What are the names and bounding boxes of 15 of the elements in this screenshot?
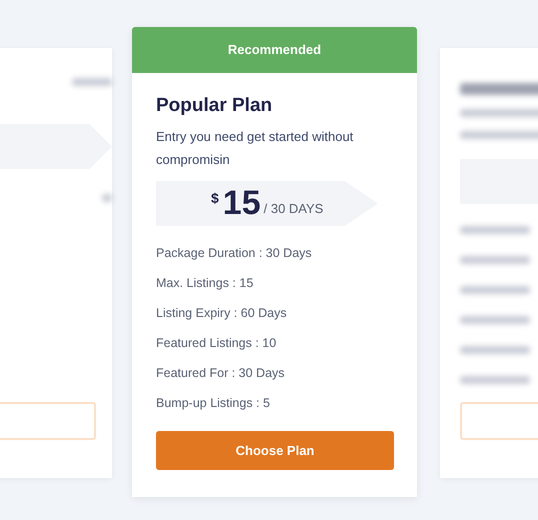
plan-description: Entry you need get started without compromisin bbox=[156, 128, 354, 169]
recommended-banner: Recommended bbox=[132, 27, 417, 73]
choose-plan-button[interactable]: Choose Plan bbox=[156, 431, 394, 470]
plan-title: Popular Plan bbox=[156, 95, 274, 117]
plan-feature: Featured Listings : 10 bbox=[156, 335, 278, 352]
plan-feature: Featured For : 30 Days bbox=[156, 365, 286, 382]
plan-feature: Bump-up Listings : 5 bbox=[156, 395, 271, 412]
currency-symbol: $ bbox=[211, 190, 219, 206]
outline-button[interactable] bbox=[0, 402, 96, 440]
outline-button[interactable] bbox=[460, 402, 538, 440]
plan-feature: Package Duration : 30 Days bbox=[156, 245, 313, 262]
plan-feature: Max. Listings : 15 bbox=[156, 275, 254, 292]
price-amount: 15 bbox=[222, 184, 261, 223]
price-period: / 30 DAYS bbox=[264, 201, 324, 216]
plan-feature: Listing Expiry : 60 Days bbox=[156, 305, 288, 322]
